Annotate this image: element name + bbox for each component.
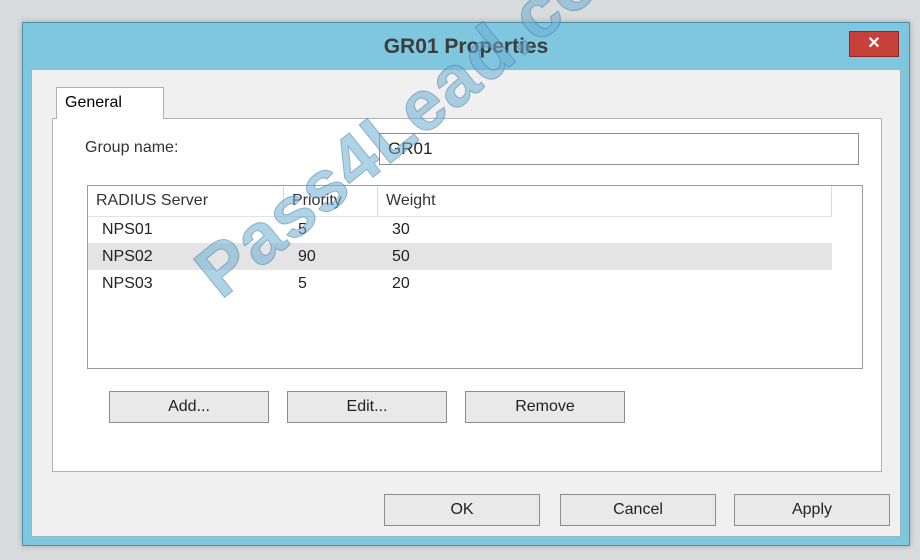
list-header: RADIUS Server Priority Weight <box>88 186 832 217</box>
cell-server: NPS01 <box>102 221 153 238</box>
general-tab-panel: Group name: RADIUS Server Priority Weigh… <box>52 118 882 472</box>
cell-priority: 90 <box>298 248 316 265</box>
list-row-nps01[interactable]: NPS01 5 30 <box>88 216 832 243</box>
title-bar[interactable]: GR01 Properties ✕ <box>23 23 909 71</box>
close-button[interactable]: ✕ <box>849 31 899 57</box>
edit-button[interactable]: Edit... <box>287 391 447 423</box>
remove-button[interactable]: Remove <box>465 391 625 423</box>
column-header-weight[interactable]: Weight <box>378 186 832 216</box>
cell-server: NPS03 <box>102 275 153 292</box>
tab-general[interactable]: General <box>56 87 164 119</box>
list-row-nps03[interactable]: NPS03 5 20 <box>88 270 832 297</box>
cell-priority: 5 <box>298 275 307 292</box>
radius-server-list[interactable]: RADIUS Server Priority Weight NPS01 5 30… <box>87 185 863 369</box>
column-header-radius-server[interactable]: RADIUS Server <box>88 186 284 216</box>
group-name-field[interactable] <box>379 133 859 165</box>
dialog-client-area: General Group name: RADIUS Server Priori… <box>31 69 901 537</box>
add-button[interactable]: Add... <box>109 391 269 423</box>
cancel-button[interactable]: Cancel <box>560 494 716 526</box>
list-row-nps02[interactable]: NPS02 90 50 <box>88 243 832 270</box>
cell-weight: 50 <box>392 248 410 265</box>
cell-priority: 5 <box>298 221 307 238</box>
dialog-title: GR01 Properties <box>383 35 549 58</box>
column-header-priority[interactable]: Priority <box>284 186 378 216</box>
group-name-label: Group name: <box>85 139 179 156</box>
apply-button[interactable]: Apply <box>734 494 890 526</box>
ok-button[interactable]: OK <box>384 494 540 526</box>
cell-weight: 20 <box>392 275 410 292</box>
cell-server: NPS02 <box>102 248 153 265</box>
properties-dialog: GR01 Properties ✕ General Group name: RA… <box>22 22 910 546</box>
cell-weight: 30 <box>392 221 410 238</box>
close-icon: ✕ <box>867 35 881 52</box>
